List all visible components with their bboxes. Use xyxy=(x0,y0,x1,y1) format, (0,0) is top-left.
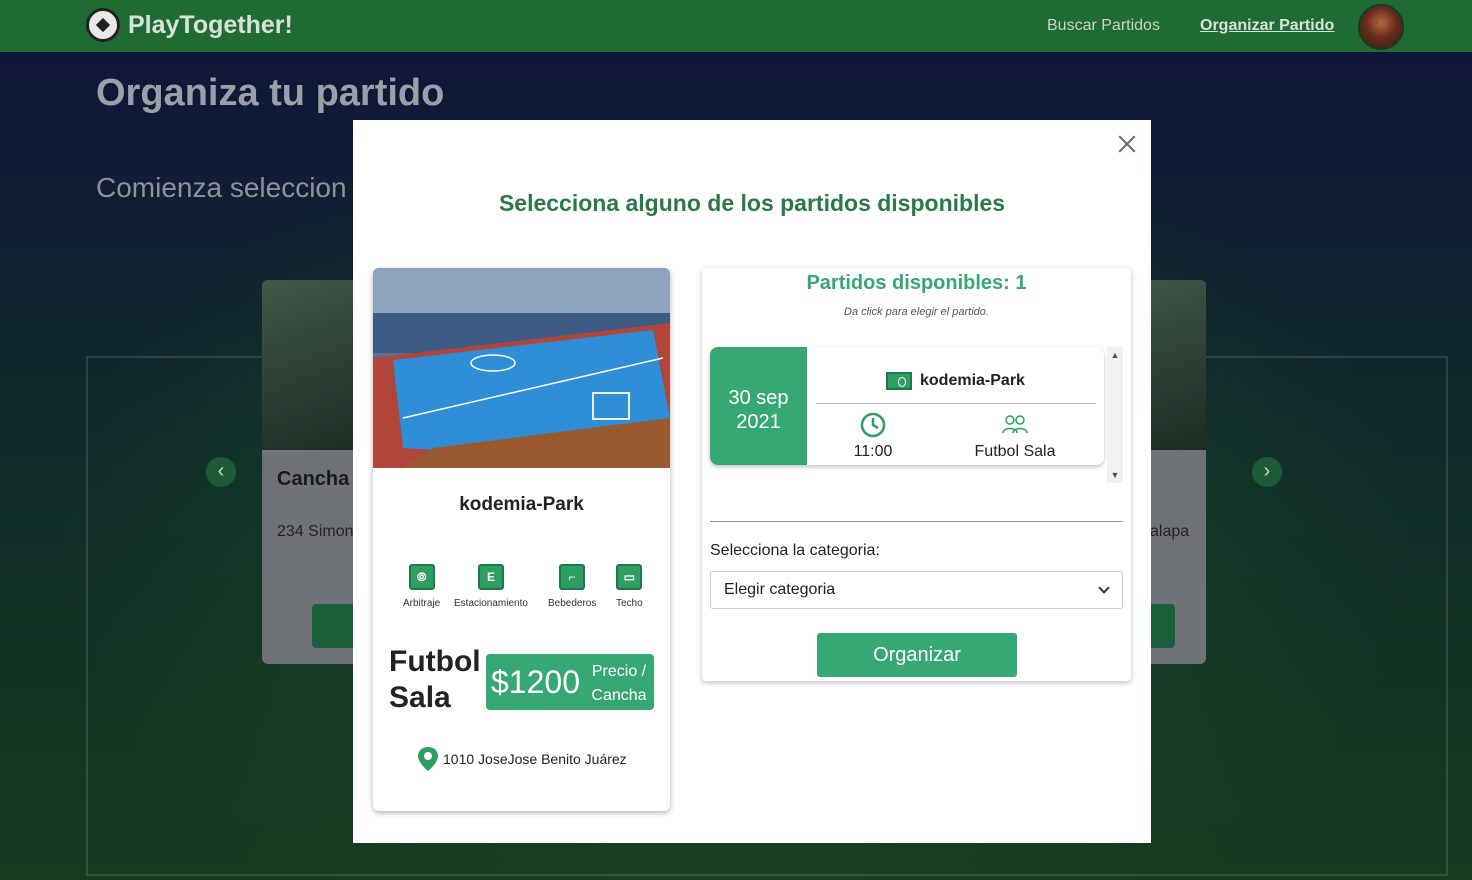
category-select[interactable]: Elegir categoria xyxy=(710,571,1123,609)
match-time: 11:00 xyxy=(841,411,905,461)
clock-icon xyxy=(860,412,886,438)
venue-photo xyxy=(373,268,670,468)
matches-scrollbar[interactable]: ▲ ▼ xyxy=(1107,347,1123,483)
match-modal: Selecciona alguno de los partidos dispon… xyxy=(353,120,1151,843)
price-unit: Precio / Cancha xyxy=(591,663,647,704)
sport-name: Futbol Sala xyxy=(389,645,481,714)
match-card[interactable]: 30 sep 2021 kodemia-Park 11:00 Futbol Sa… xyxy=(710,347,1104,465)
divider xyxy=(816,403,1096,404)
amenity-arbitraje: ⦾ Arbitraje xyxy=(403,564,440,609)
roof-icon: ▭ xyxy=(616,564,643,590)
category-label: Selecciona la categoria: xyxy=(710,542,880,559)
matches-hint: Da click para elegir el partido. xyxy=(844,306,989,318)
amenity-techo: ▭ Techo xyxy=(616,564,643,609)
organizar-button[interactable]: Organizar xyxy=(817,633,1017,677)
venue-card: kodemia-Park ⦾ Arbitraje E Estacionamien… xyxy=(373,268,670,811)
amenity-label: Techo xyxy=(616,598,643,609)
amenity-label: Estacionamiento xyxy=(454,598,528,609)
divider xyxy=(710,521,1123,522)
modal-title: Selecciona alguno de los partidos dispon… xyxy=(498,190,1006,216)
scroll-down-icon[interactable]: ▼ xyxy=(1107,467,1123,483)
amenity-bebederos: ⌐ Bebederos xyxy=(548,564,596,609)
matches-panel: Partidos disponibles: 1 Da click para el… xyxy=(702,268,1131,681)
whistle-icon: ⦾ xyxy=(408,564,435,590)
scroll-up-icon[interactable]: ▲ xyxy=(1107,347,1123,363)
price-value: $1200 xyxy=(491,664,580,700)
players-icon xyxy=(1002,415,1028,434)
match-venue-name: kodemia-Park xyxy=(920,372,1025,389)
match-type: Futbol Sala xyxy=(960,411,1070,461)
map-pin-icon xyxy=(418,747,438,771)
amenity-label: Bebederos xyxy=(548,598,597,609)
venue-address-text: 1010 JoseJose Benito Juárez xyxy=(443,751,627,767)
amenity-label: Arbitraje xyxy=(403,598,441,609)
price-badge: $1200 Precio / Cancha xyxy=(486,654,654,710)
venue-name: kodemia-Park xyxy=(459,494,584,515)
category-selected: Elegir categoria xyxy=(724,581,836,598)
parking-icon: E xyxy=(477,564,504,590)
match-date: 30 sep 2021 xyxy=(710,347,807,465)
match-time-text: 11:00 xyxy=(853,443,893,460)
matches-title: Partidos disponibles: 1 xyxy=(806,272,1027,294)
soccer-field-icon xyxy=(886,372,912,390)
venue-address: 1010 JoseJose Benito Juárez xyxy=(417,746,627,772)
matches-list: 30 sep 2021 kodemia-Park 11:00 Futbol Sa… xyxy=(710,347,1123,483)
amenity-estacionamiento: E Estacionamiento xyxy=(454,564,528,609)
match-venue: kodemia-Park xyxy=(886,372,1025,390)
match-type-text: Futbol Sala xyxy=(974,443,1056,460)
chevron-down-icon xyxy=(1098,582,1110,594)
water-fountain-icon: ⌐ xyxy=(559,564,586,590)
close-icon[interactable] xyxy=(1115,132,1139,156)
